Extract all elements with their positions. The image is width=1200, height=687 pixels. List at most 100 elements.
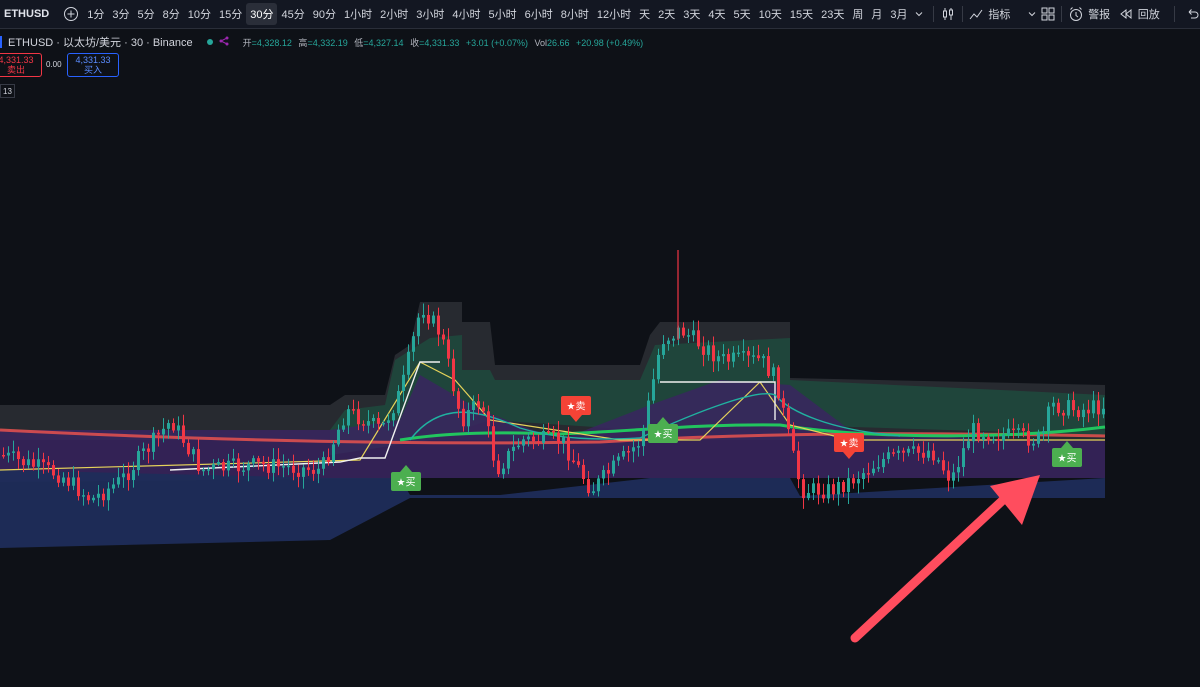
candle-body xyxy=(492,426,495,461)
interval-15[interactable]: 8小时 xyxy=(557,3,593,25)
interval-9[interactable]: 1小时 xyxy=(340,3,376,25)
candle-body xyxy=(177,425,180,431)
candle-body xyxy=(912,446,915,449)
candle-body xyxy=(362,424,365,426)
candle-body xyxy=(407,351,410,375)
divider xyxy=(961,6,963,22)
candle-body xyxy=(147,448,150,452)
candle-body xyxy=(477,401,480,408)
symbol-label[interactable]: ETHUSD xyxy=(0,8,63,20)
candle-body xyxy=(772,367,775,376)
undo-icon[interactable] xyxy=(1184,3,1200,25)
interval-3[interactable]: 8分 xyxy=(159,3,184,25)
candle-body xyxy=(237,458,240,472)
candle-body xyxy=(167,423,170,429)
candle-body xyxy=(457,391,460,409)
candle-body xyxy=(737,352,740,355)
interval-21[interactable]: 5天 xyxy=(729,3,754,25)
candle-body xyxy=(817,483,820,495)
candle-body xyxy=(932,450,935,461)
candle-body xyxy=(962,448,965,468)
interval-18[interactable]: 2天 xyxy=(654,3,679,25)
candle-body xyxy=(577,461,580,465)
candle-body xyxy=(562,437,565,444)
templates-icon[interactable] xyxy=(1040,3,1056,25)
candle-body xyxy=(482,407,485,412)
candle-body xyxy=(892,452,895,454)
indicators-button[interactable]: 指标 xyxy=(984,3,1014,25)
candle-body xyxy=(902,450,905,453)
candle-body xyxy=(997,439,1000,441)
candle-body xyxy=(687,335,690,337)
interval-22[interactable]: 10天 xyxy=(755,3,786,25)
interval-23[interactable]: 15天 xyxy=(786,3,817,25)
candle-body xyxy=(1037,432,1040,444)
candle-body xyxy=(547,431,550,433)
candle-body xyxy=(907,448,910,453)
candle-body xyxy=(22,459,25,466)
interval-8[interactable]: 90分 xyxy=(309,3,340,25)
interval-10[interactable]: 2小时 xyxy=(376,3,412,25)
candle-body xyxy=(642,429,645,447)
candle-body xyxy=(697,330,700,347)
interval-0[interactable]: 1分 xyxy=(83,3,108,25)
candle-body xyxy=(832,484,835,495)
interval-4[interactable]: 10分 xyxy=(184,3,215,25)
interval-17[interactable]: 天 xyxy=(635,3,654,25)
candle-body xyxy=(582,464,585,480)
candle-body xyxy=(77,477,80,497)
candle-body xyxy=(692,330,695,336)
candle-body xyxy=(442,334,445,340)
candle-body xyxy=(27,459,30,466)
price-chart[interactable]: ★买 ★卖 ★买 ★卖 ★买 xyxy=(0,28,1200,687)
divider xyxy=(933,6,934,22)
alert-button[interactable]: 警报 xyxy=(1084,3,1114,25)
candle-body xyxy=(372,417,375,422)
candle-body xyxy=(232,458,235,461)
candle-body xyxy=(307,467,310,470)
candles-icon[interactable] xyxy=(940,3,956,25)
interval-7[interactable]: 45分 xyxy=(277,3,308,25)
candle-body xyxy=(497,460,500,475)
interval-1[interactable]: 3分 xyxy=(108,3,133,25)
indicators-icon[interactable] xyxy=(968,3,984,25)
candle-body xyxy=(1027,430,1030,446)
candle-body xyxy=(837,481,840,495)
candle-body xyxy=(287,465,290,468)
candle-body xyxy=(192,449,195,455)
candle-body xyxy=(52,465,55,476)
interval-14[interactable]: 6小时 xyxy=(521,3,557,25)
interval-19[interactable]: 3天 xyxy=(679,3,704,25)
interval-27[interactable]: 3月 xyxy=(886,3,911,25)
candle-body xyxy=(472,401,475,411)
interval-24[interactable]: 23天 xyxy=(817,3,848,25)
candle-body xyxy=(612,460,615,474)
alert-icon[interactable] xyxy=(1068,3,1084,25)
top-toolbar: ETHUSD 1分 3分 5分 8分 10分 15分 30分 45分 90分 1小时 2小时 3小时 4… xyxy=(0,0,1200,29)
replay-icon[interactable] xyxy=(1118,3,1134,25)
interval-13[interactable]: 5小时 xyxy=(484,3,520,25)
candle-body xyxy=(502,468,505,475)
candle-body xyxy=(332,444,335,463)
interval-20[interactable]: 4天 xyxy=(704,3,729,25)
add-icon[interactable] xyxy=(63,3,79,25)
candle-body xyxy=(187,442,190,455)
interval-6[interactable]: 30分 xyxy=(246,3,278,25)
interval-11[interactable]: 3小时 xyxy=(412,3,448,25)
candle-body xyxy=(272,459,275,473)
interval-16[interactable]: 12小时 xyxy=(593,3,635,25)
candle-body xyxy=(742,351,745,353)
candle-body xyxy=(202,469,205,472)
replay-button[interactable]: 回放 xyxy=(1134,3,1164,25)
interval-12[interactable]: 4小时 xyxy=(448,3,484,25)
candle-body xyxy=(112,484,115,489)
interval-5[interactable]: 15分 xyxy=(215,3,246,25)
candle-body xyxy=(367,421,370,426)
interval-2[interactable]: 5分 xyxy=(133,3,158,25)
chevron-down-icon[interactable] xyxy=(1024,3,1040,25)
chevron-down-icon[interactable] xyxy=(911,3,927,25)
candle-body xyxy=(212,464,215,470)
interval-25[interactable]: 周 xyxy=(848,3,867,25)
candle-body xyxy=(1102,408,1105,415)
interval-26[interactable]: 月 xyxy=(867,3,886,25)
